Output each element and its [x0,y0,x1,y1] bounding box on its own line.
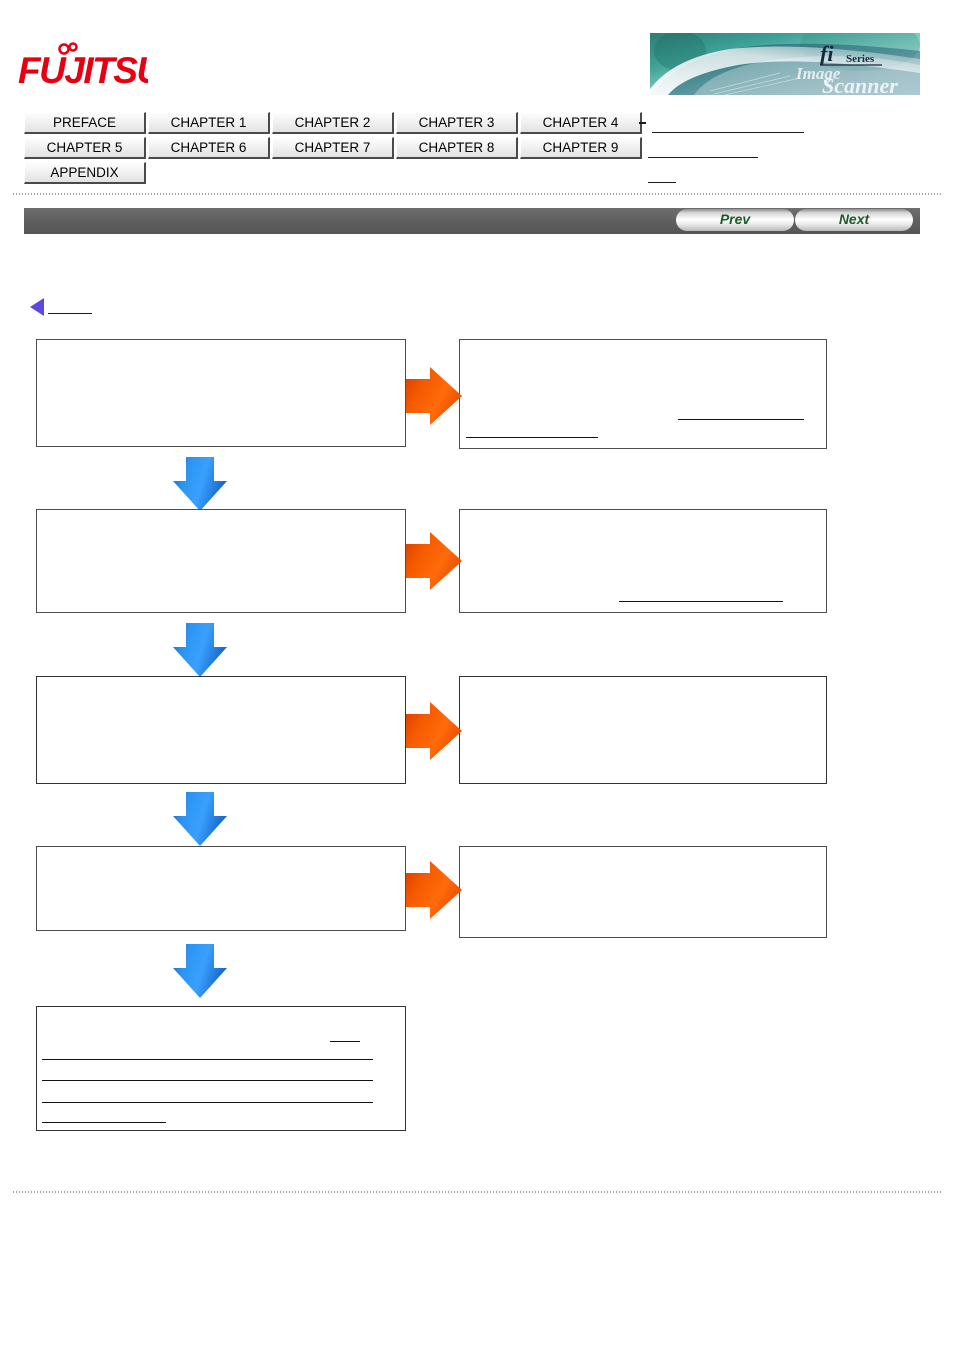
tab-chapter-5[interactable]: CHAPTER 5 [24,137,146,159]
nav-side-link-2[interactable] [648,137,758,158]
tab-chapter-1[interactable]: CHAPTER 1 [148,112,270,134]
tab-chapter-7[interactable]: CHAPTER 7 [272,137,394,159]
fi-series-banner: fi Series Image Scanner fi Series Image … [650,33,920,95]
svg-text:Series: Series [846,53,875,65]
page-root: FUJITSU FUJITSU [0,0,954,1351]
svg-text:FUJITSU: FUJITSU [18,50,148,90]
flow-final-box-link-4[interactable] [42,1090,373,1103]
flow-arrow-right-1 [406,365,462,427]
back-link[interactable] [30,298,92,316]
flow-arrow-right-4 [406,859,462,921]
divider-bottom [12,1191,942,1193]
flow-arrow-right-2 [406,530,462,592]
flow-right-box-2-link-1[interactable] [619,589,783,602]
flow-right-box-3[interactable] [459,676,827,784]
tab-preface[interactable]: PREFACE [24,112,146,134]
fujitsu-logo: FUJITSU FUJITSU [18,42,166,91]
back-link-label [48,300,92,314]
flow-left-box-3[interactable] [36,676,406,784]
svg-text:fi: fi [820,41,834,66]
flow-arrow-right-3 [406,700,462,762]
nav-link-dash [639,122,646,124]
tab-chapter-8[interactable]: CHAPTER 8 [396,137,518,159]
flow-arrow-down-2 [170,623,230,677]
flow-left-box-2[interactable] [36,509,406,613]
flow-final-box-link-1[interactable] [330,1029,360,1042]
triangle-left-icon [30,298,44,316]
tab-appendix[interactable]: APPENDIX [24,162,146,184]
tab-chapter-4[interactable]: CHAPTER 4 [520,112,642,134]
tab-chapter-6[interactable]: CHAPTER 6 [148,137,270,159]
tab-chapter-9[interactable]: CHAPTER 9 [520,137,642,159]
next-button[interactable]: Next [795,209,913,231]
divider-top [12,193,942,195]
flow-final-box-link-5[interactable] [42,1110,166,1123]
nav-side-link-1[interactable] [652,112,804,133]
flow-arrow-down-3 [170,792,230,846]
flow-left-box-4[interactable] [36,846,406,931]
flow-final-box-link-2[interactable] [42,1047,373,1060]
flow-arrow-down-4 [170,944,230,998]
nav-side-links [648,112,804,187]
svg-text:Scanner: Scanner [822,73,898,95]
prev-button[interactable]: Prev [676,209,794,231]
flow-right-box-1-link-2[interactable] [466,425,598,438]
nav-side-link-3[interactable] [648,162,676,183]
flow-left-box-1[interactable] [36,339,406,447]
flow-arrow-down-1 [170,457,230,511]
tab-chapter-2[interactable]: CHAPTER 2 [272,112,394,134]
flow-final-box-link-3[interactable] [42,1068,373,1081]
flow-right-box-4[interactable] [459,846,827,938]
tab-chapter-3[interactable]: CHAPTER 3 [396,112,518,134]
flow-right-box-1-link-1[interactable] [678,407,804,420]
